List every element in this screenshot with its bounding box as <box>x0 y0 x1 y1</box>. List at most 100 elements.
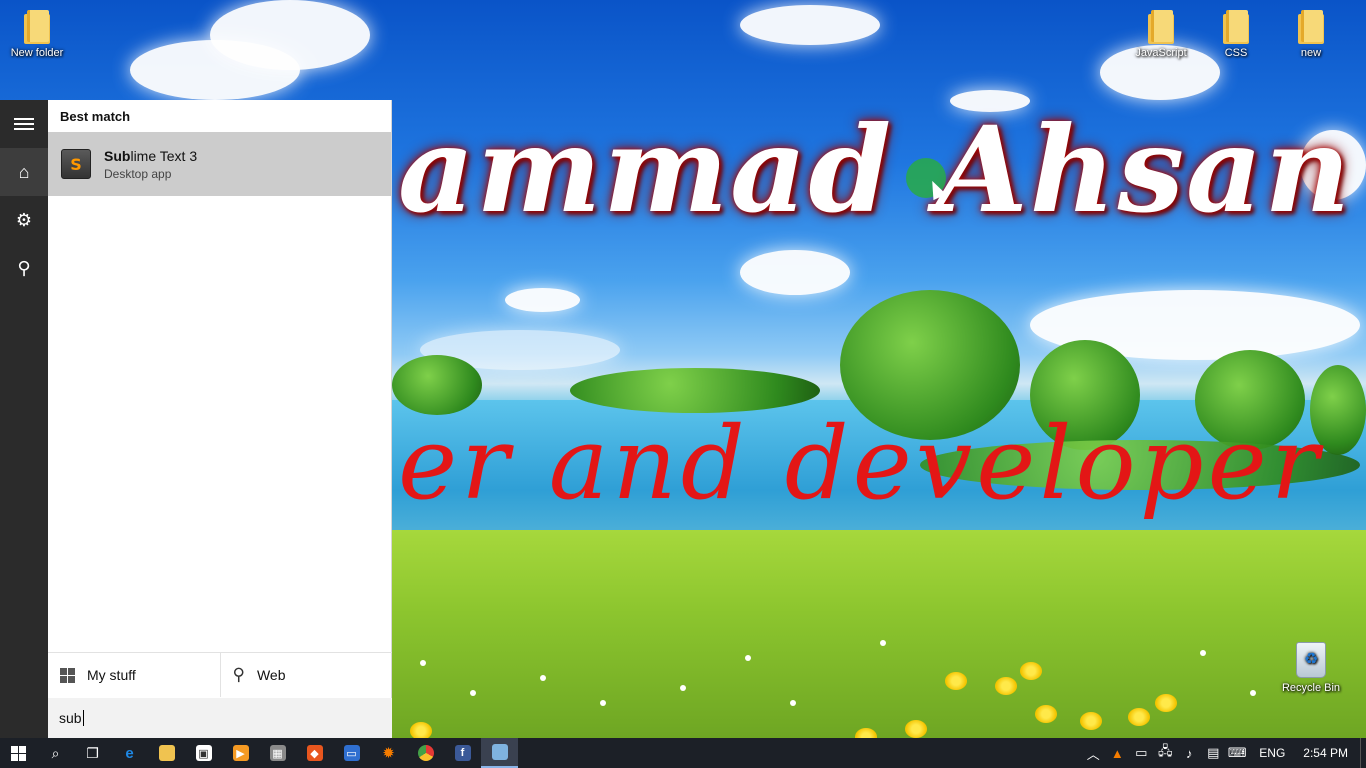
wallpaper-flower <box>790 700 796 706</box>
text-caret <box>82 710 84 726</box>
desktop-icon-label: new <box>1300 47 1322 59</box>
id-card-app-icon: ▭ <box>343 745 360 761</box>
wallpaper-flower <box>1020 662 1042 680</box>
settings-gear-icon[interactable]: ⚙ <box>0 196 48 244</box>
store-icon: ▣ <box>195 745 212 761</box>
paint-app-icon: ✹ <box>382 745 395 762</box>
input-language[interactable]: ENG <box>1249 746 1295 760</box>
show-hidden-icons-chevron-up-icon[interactable]: ︿ <box>1081 744 1105 763</box>
wallpaper-meadow <box>392 530 1366 738</box>
wallpaper-flower <box>420 660 426 666</box>
vlc-icon[interactable]: ▲ <box>1105 746 1129 761</box>
desktop-icon-label: JavaScript <box>1135 47 1187 59</box>
search-query-text: sub <box>59 710 82 726</box>
battery-icon[interactable]: ▭ <box>1129 745 1153 761</box>
notepad-icon <box>491 744 508 760</box>
taskbar-file-explorer[interactable] <box>148 738 185 768</box>
result-name-match: Sub <box>104 147 131 164</box>
file-explorer-icon <box>158 745 175 761</box>
wallpaper-cloud <box>740 250 850 295</box>
task-view-icon: ❐ <box>86 744 99 761</box>
search-results-panel: Best match S Sublime Text 3 Desktop app … <box>48 100 392 738</box>
desktop-icon-label: New folder <box>10 47 64 59</box>
chrome-icon <box>417 745 434 761</box>
taskbar-notepad[interactable] <box>481 738 518 768</box>
taskbar-fox-app[interactable]: ◆ <box>296 738 333 768</box>
search-icon: ⌕ <box>51 744 60 761</box>
desktop-icon-label: Recycle Bin <box>1281 682 1341 694</box>
wallpaper-cloud <box>505 288 580 312</box>
wallpaper-flower <box>1080 712 1102 730</box>
scope-my-stuff-button[interactable]: My stuff <box>48 653 220 697</box>
feedback-icon[interactable]: ⚲ <box>0 244 48 292</box>
wallpaper-flower <box>680 685 686 691</box>
windows-logo-icon <box>11 745 26 761</box>
wallpaper-flower <box>1155 694 1177 712</box>
search-icon: ⚲ <box>232 665 245 684</box>
wallpaper-title-text: ammad Ahsan <box>398 100 1353 239</box>
taskbar-media-player[interactable]: ▶ <box>222 738 259 768</box>
folder-icon <box>1221 10 1251 44</box>
wallpaper-cloud <box>740 5 880 45</box>
search-scope-row: My stuff ⚲ Web <box>48 652 392 697</box>
wallpaper-flower <box>1200 650 1206 656</box>
desktop-icon-recycle-bin[interactable]: ♻ Recycle Bin <box>1276 642 1346 694</box>
taskbar-edge[interactable]: e <box>111 738 148 768</box>
start-menu-rail: ⌂ ⚙ ⚲ <box>0 100 48 738</box>
taskbar-facebook[interactable]: f <box>444 738 481 768</box>
wallpaper-flower <box>1035 705 1057 723</box>
wallpaper-flower <box>995 677 1017 695</box>
folder-icon <box>22 10 52 44</box>
desktop-icon-new-folder[interactable]: New folder <box>2 10 72 59</box>
taskbar-id-card-app[interactable]: ▭ <box>333 738 370 768</box>
clock-time[interactable]: 2:54 PM <box>1295 746 1360 760</box>
taskbar-store[interactable]: ▣ <box>185 738 222 768</box>
taskbar-search-button[interactable]: ⌕ <box>37 738 74 768</box>
wallpaper-flower <box>1250 690 1256 696</box>
wallpaper-flower <box>1128 708 1150 726</box>
sublime-icon-letter: S <box>70 154 82 174</box>
wallpaper-flower <box>905 720 927 738</box>
wallpaper-flower <box>410 722 432 738</box>
taskbar-movie-maker[interactable]: ▦ <box>259 738 296 768</box>
desktop-icon-new[interactable]: new <box>1276 10 1346 59</box>
taskbar-paint-app[interactable]: ✹ <box>370 738 407 768</box>
sublime-text-icon: S <box>61 149 91 179</box>
scope-web-button[interactable]: ⚲ Web <box>219 653 393 697</box>
movie-maker-icon: ▦ <box>269 745 286 761</box>
windows-icon <box>60 667 75 683</box>
wallpaper-cloud <box>210 0 370 70</box>
edge-icon: e <box>125 744 134 762</box>
result-name-rest: lime Text 3 <box>130 147 198 164</box>
show-desktop-button[interactable] <box>1360 738 1366 768</box>
keyboard-icon[interactable]: ⌨ <box>1225 745 1249 761</box>
result-app-type: Desktop app <box>104 166 172 181</box>
scope-my-stuff-label: My stuff <box>87 667 136 683</box>
start-button[interactable] <box>0 738 37 768</box>
fox-app-icon: ◆ <box>306 745 323 761</box>
wallpaper-flower <box>945 672 967 690</box>
scope-web-label: Web <box>256 667 286 683</box>
folder-icon <box>1296 10 1326 44</box>
wallpaper-subtitle-text: er and developer <box>398 405 1323 522</box>
network-icon[interactable]: 🖧 <box>1153 742 1177 764</box>
facebook-icon: f <box>454 745 471 761</box>
task-view-button[interactable]: ❐ <box>74 738 111 768</box>
volume-icon[interactable]: ♪ <box>1177 746 1201 761</box>
recycle-bin-icon: ♻ <box>1296 642 1326 678</box>
action-center-icon[interactable]: ▤ <box>1201 745 1225 761</box>
desktop-icon-javascript[interactable]: JavaScript <box>1126 10 1196 59</box>
best-match-heading: Best match <box>60 109 131 124</box>
search-result-sublime-text[interactable]: S Sublime Text 3 Desktop app <box>48 132 391 196</box>
search-input[interactable]: sub <box>48 698 392 738</box>
desktop-icon-label: CSS <box>1224 47 1248 59</box>
desktop-icon-css[interactable]: CSS <box>1201 10 1271 59</box>
wallpaper-flower <box>540 675 546 681</box>
taskbar-chrome[interactable] <box>407 738 444 768</box>
home-icon[interactable]: ⌂ <box>0 148 48 196</box>
wallpaper-flower <box>880 640 886 646</box>
result-app-name: Sublime Text 3 <box>104 148 197 164</box>
hamburger-menu-icon[interactable] <box>0 100 48 148</box>
wallpaper-flower <box>470 690 476 696</box>
taskbar: ⌕ ❐ e ▣ ▶ ▦ ◆ ▭ ✹ f ︿ ▲ ▭ 🖧 ♪ ▤ ⌨ ENG 2:… <box>0 738 1366 768</box>
